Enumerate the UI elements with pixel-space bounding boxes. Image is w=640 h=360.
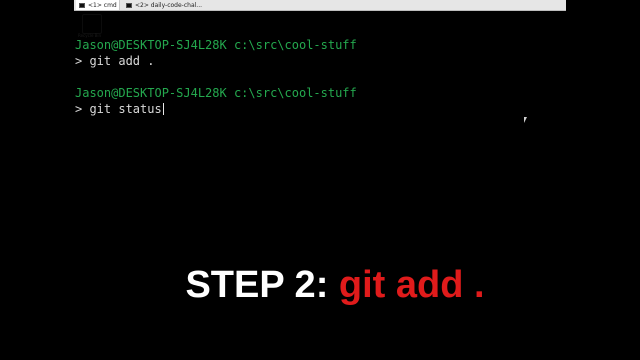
prompt-line: Jason@DESKTOP-SJ4L28K c:\src\cool-stuff [75, 38, 357, 52]
command-line: > git add . [75, 54, 155, 68]
prompt-line: Jason@DESKTOP-SJ4L28K c:\src\cool-stuff [75, 86, 357, 100]
caption-command: git add . [338, 264, 485, 306]
tab-label: <1> cmd [88, 1, 117, 9]
recycle-bin-icon [82, 14, 102, 34]
terminal-icon [79, 2, 85, 8]
tab-daily-code-challenge[interactable]: <2> daily-code-chal... [123, 0, 205, 10]
text-cursor [162, 103, 164, 115]
caption-step: STEP 2: [185, 264, 339, 306]
tab-bar: <1> cmd <2> daily-code-chal... [0, 0, 640, 11]
terminal-output[interactable]: Jason@DESKTOP-SJ4L28K c:\src\cool-stuff … [75, 38, 357, 118]
tab-cmd[interactable]: <1> cmd [76, 0, 120, 10]
command-input-line[interactable]: > git status [75, 102, 357, 118]
step-caption: STEP 2: git add . [0, 264, 640, 307]
command-input-text: > git status [75, 102, 162, 116]
terminal-icon [126, 2, 132, 8]
tab-label: <2> daily-code-chal... [135, 1, 203, 9]
mouse-pointer-icon [524, 117, 527, 123]
